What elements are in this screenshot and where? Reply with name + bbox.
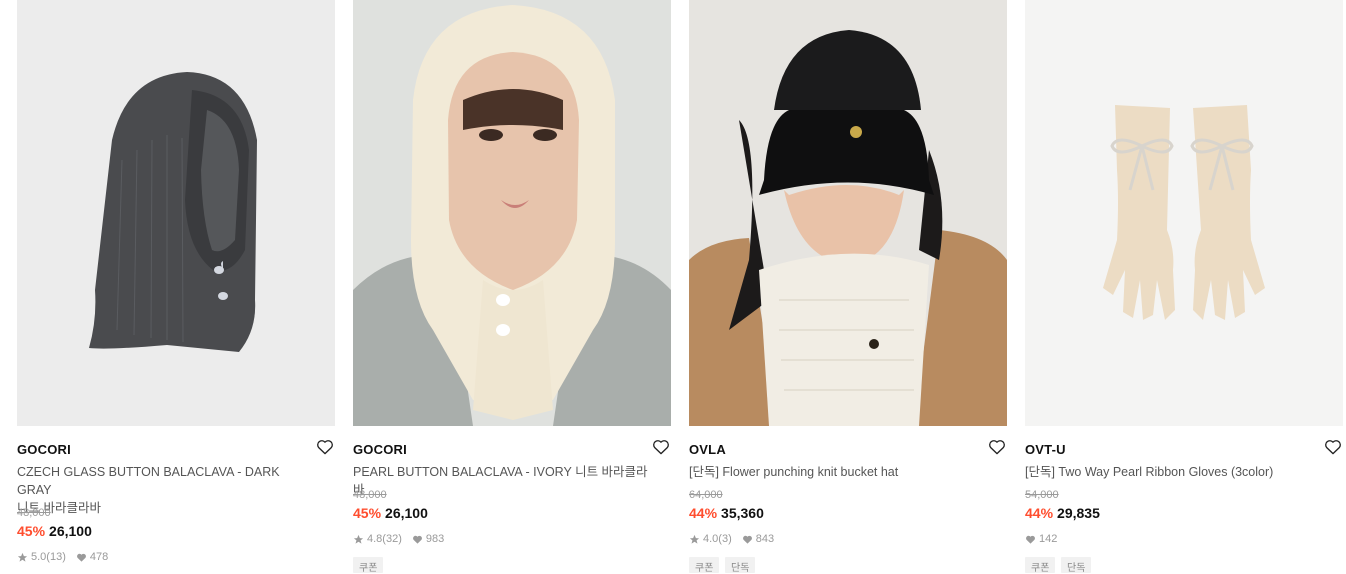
coupon-badge: 쿠폰 — [1025, 557, 1056, 574]
discount-rate: 45% — [353, 505, 382, 521]
heart-filled-icon — [412, 535, 422, 544]
product-title[interactable]: [단독] Flower punching knit bucket hat — [689, 463, 989, 481]
heart-filled-icon — [1026, 535, 1035, 544]
product-image[interactable] — [689, 0, 1007, 426]
star-icon — [17, 552, 28, 562]
price-line: 45% 26,100 — [353, 505, 428, 521]
heart-filled-icon — [76, 553, 86, 562]
sale-price: 35,360 — [721, 505, 764, 521]
brand-name[interactable]: GOCORI — [353, 442, 407, 457]
review-count: (13) — [46, 551, 66, 563]
price-line: 44% 35,360 — [689, 505, 764, 521]
title-line: [단독] Two Way Pearl Ribbon Gloves (3color… — [1025, 465, 1274, 479]
product-title[interactable]: CZECH GLASS BUTTON BALACLAVA - DARK GRAY… — [17, 463, 317, 517]
heart-filled-icon — [742, 535, 752, 544]
star-icon — [689, 534, 700, 544]
rating-row: 4.0 (3) 843 — [689, 533, 774, 545]
product-title[interactable]: [단독] Two Way Pearl Ribbon Gloves (3color… — [1025, 463, 1325, 481]
product-image[interactable] — [17, 0, 335, 426]
exclusive-badge: 단독 — [1061, 557, 1092, 574]
like-count: 478 — [89, 551, 109, 563]
heart-icon[interactable] — [987, 437, 1007, 457]
like-count: 983 — [425, 533, 445, 545]
rating-row: 4.8 (32) 983 — [353, 533, 444, 545]
discount-rate: 44% — [1025, 505, 1054, 521]
heart-icon[interactable] — [315, 437, 335, 457]
price-line: 44% 29,835 — [1025, 505, 1100, 521]
price-line: 45% 26,100 — [17, 523, 92, 539]
product-image[interactable] — [353, 0, 671, 426]
discount-rate: 44% — [689, 505, 718, 521]
original-price: 48,000 — [17, 507, 51, 519]
sale-price: 26,100 — [385, 505, 428, 521]
coupon-badge: 쿠폰 — [689, 557, 720, 574]
like-count: 142 — [1039, 533, 1058, 545]
black-bucket-hat-model-photo — [689, 0, 1007, 426]
coupon-badge: 쿠폰 — [353, 557, 384, 574]
sale-price: 26,100 — [49, 523, 92, 539]
dark-gray-balaclava-photo — [17, 0, 335, 426]
title-line: CZECH GLASS BUTTON BALACLAVA - DARK GRAY — [17, 465, 280, 497]
product-image[interactable] — [1025, 0, 1343, 426]
review-count: (3) — [718, 533, 732, 545]
exclusive-badge: 단독 — [725, 557, 756, 574]
review-count: (32) — [382, 533, 402, 545]
pearl-ribbon-gloves-photo — [1025, 0, 1343, 426]
heart-icon[interactable] — [1323, 437, 1343, 457]
star-icon — [353, 534, 364, 544]
brand-name[interactable]: GOCORI — [17, 442, 71, 457]
rating-value: 5.0 — [31, 551, 47, 563]
brand-name[interactable]: OVLA — [689, 442, 726, 457]
like-count: 843 — [755, 533, 775, 545]
rating-row: 5.0 (13) 478 — [17, 551, 108, 563]
title-line: PEARL BUTTON BALACLAVA - IVORY 니트 바라클라바 — [353, 465, 648, 497]
original-price: 64,000 — [689, 489, 723, 501]
product-title[interactable]: PEARL BUTTON BALACLAVA - IVORY 니트 바라클라바 — [353, 463, 653, 499]
sale-price: 29,835 — [1057, 505, 1100, 521]
heart-icon[interactable] — [651, 437, 671, 457]
brand-name[interactable]: OVT-U — [1025, 442, 1066, 457]
title-line: 니트 바라클라바 — [17, 501, 101, 515]
rating-value: 4.8 — [367, 533, 383, 545]
discount-rate: 45% — [17, 523, 46, 539]
rating-value: 4.0 — [703, 533, 719, 545]
title-line: [단독] Flower punching knit bucket hat — [689, 465, 899, 479]
original-price: 48,000 — [353, 489, 387, 501]
ivory-balaclava-model-photo — [353, 0, 671, 426]
original-price: 54,000 — [1025, 489, 1059, 501]
likes-row: 142 — [1025, 533, 1057, 545]
